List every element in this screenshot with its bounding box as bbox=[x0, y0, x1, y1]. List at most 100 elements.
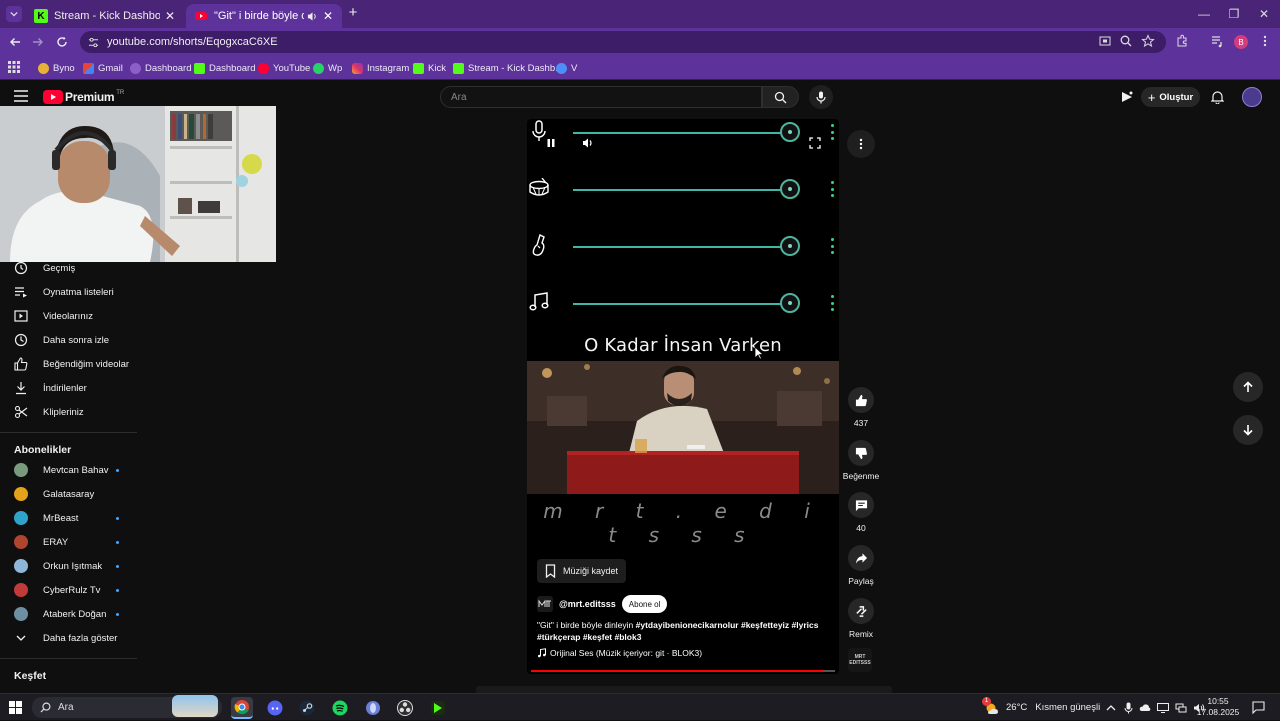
youtube-premium-logo[interactable]: Premium TR bbox=[43, 90, 124, 104]
extensions-icon[interactable] bbox=[1175, 34, 1191, 50]
taskbar-spotify[interactable] bbox=[329, 697, 351, 719]
subscription-item[interactable]: Orkun Işıtmak bbox=[0, 555, 137, 577]
taskbar-kick-studio[interactable] bbox=[427, 697, 449, 719]
stem-slider-knob[interactable] bbox=[780, 179, 800, 199]
reload-button[interactable] bbox=[52, 32, 72, 52]
notifications-bell-icon[interactable] bbox=[1211, 90, 1224, 104]
sidebar-item-clips[interactable]: Klipleriniz bbox=[0, 401, 137, 423]
apps-grid-icon[interactable] bbox=[8, 61, 20, 73]
search-input[interactable]: Ara bbox=[440, 86, 762, 108]
sidebar-item-your-videos[interactable]: Videolarınız bbox=[0, 305, 137, 327]
subscription-item[interactable]: ERAY bbox=[0, 531, 137, 553]
stem-slider-knob[interactable] bbox=[780, 293, 800, 313]
stem-slider-track[interactable] bbox=[573, 303, 791, 305]
bookmark-star-icon[interactable] bbox=[1141, 34, 1157, 50]
cast-icon[interactable] bbox=[1098, 34, 1114, 50]
tab-search-button[interactable] bbox=[6, 6, 22, 22]
media-controls-icon[interactable] bbox=[1210, 34, 1226, 50]
close-window-button[interactable]: ✕ bbox=[1248, 0, 1280, 28]
channel-logo-icon[interactable] bbox=[537, 596, 553, 612]
description-hashtags[interactable]: #türkçerap #keşfet #blok3 bbox=[537, 632, 641, 642]
fullscreen-button[interactable] bbox=[809, 137, 821, 149]
profile-avatar[interactable]: B bbox=[1234, 35, 1248, 49]
audio-attribution[interactable]: Orijinal Ses (Müzik içeriyor: git · BLOK… bbox=[537, 648, 702, 658]
bookmark-gmail[interactable]: Gmail bbox=[83, 60, 123, 76]
microphone-icon[interactable] bbox=[1124, 702, 1133, 714]
save-music-button[interactable]: Müziği kaydet bbox=[537, 559, 627, 583]
speaker-icon[interactable] bbox=[307, 11, 318, 22]
stem-slider-track[interactable] bbox=[573, 189, 791, 191]
channel-handle[interactable]: @mrt.editsss bbox=[559, 599, 616, 609]
tray-overflow-chevron-icon[interactable] bbox=[1106, 704, 1116, 712]
sidebar-item-watch-later[interactable]: Daha sonra izle bbox=[0, 329, 137, 351]
next-short-button[interactable] bbox=[1233, 415, 1263, 445]
stem-options-icon[interactable] bbox=[831, 181, 835, 197]
stem-slider-track[interactable] bbox=[573, 132, 791, 134]
bookmark-byno[interactable]: Byno bbox=[38, 60, 75, 76]
minimize-button[interactable]: — bbox=[1188, 0, 1220, 28]
dislike-button[interactable] bbox=[848, 440, 874, 466]
more-options-button[interactable] bbox=[847, 130, 875, 158]
taskbar-chrome[interactable] bbox=[231, 697, 253, 719]
short-description[interactable]: "Git" i birde böyle dinleyin #ytdayibeni… bbox=[537, 619, 827, 643]
sidebar-item-playlists[interactable]: Oynatma listeleri bbox=[0, 281, 137, 303]
account-avatar[interactable] bbox=[1242, 87, 1262, 107]
new-tab-button[interactable]: + bbox=[346, 5, 360, 20]
sidebar-item-history[interactable]: Geçmiş bbox=[0, 257, 137, 279]
back-button[interactable] bbox=[5, 32, 25, 52]
description-hashtags[interactable]: #ytdayibenionecikarnolur #keşfetteyiz #l… bbox=[636, 620, 819, 630]
tab-youtube-short[interactable]: "Git" i birde böyle dinleyin ✕ bbox=[186, 4, 342, 28]
windows-start-icon[interactable] bbox=[9, 701, 22, 714]
subscribe-button[interactable]: Abone ol bbox=[621, 595, 668, 613]
stem-options-icon[interactable] bbox=[831, 238, 835, 254]
taskbar-clock[interactable]: 10:55 17.08.2025 bbox=[1196, 696, 1240, 718]
site-settings-icon[interactable] bbox=[88, 37, 99, 48]
bookmark-youtube[interactable]: YouTube bbox=[258, 60, 310, 76]
cast-ai-icon[interactable] bbox=[1120, 90, 1134, 104]
shorts-player[interactable]: O Kadar İnsan Varken m r t . e d i t s s… bbox=[527, 119, 839, 674]
network-icon[interactable] bbox=[1175, 703, 1187, 713]
screen-icon[interactable] bbox=[1157, 702, 1169, 713]
bookmark-v[interactable]: V bbox=[556, 60, 577, 76]
taskbar-obs[interactable] bbox=[394, 697, 416, 719]
taskbar-steam[interactable] bbox=[296, 697, 318, 719]
previous-short-button[interactable] bbox=[1233, 372, 1263, 402]
sidebar-item-downloads[interactable]: İndirilenler bbox=[0, 377, 137, 399]
bookmark-instagram[interactable]: Instagram bbox=[352, 60, 409, 76]
taskbar-app-blue[interactable] bbox=[362, 697, 384, 719]
address-bar[interactable]: youtube.com/shorts/EqogxcaC6XE bbox=[80, 31, 1166, 53]
audio-channel-thumbnail[interactable]: MRT EDITSSS bbox=[848, 648, 872, 672]
subscription-item[interactable]: Mevtcan Bahav bbox=[0, 459, 137, 481]
like-button[interactable] bbox=[848, 387, 874, 413]
hamburger-menu-icon[interactable] bbox=[14, 90, 28, 102]
subscription-item[interactable]: CyberRulz Tv bbox=[0, 579, 137, 601]
tab-kick-dashboard[interactable]: K Stream - Kick Dashboard ✕ bbox=[26, 4, 184, 28]
forward-button[interactable] bbox=[28, 32, 48, 52]
playback-progress-bar[interactable] bbox=[531, 670, 835, 672]
notification-center-icon[interactable] bbox=[1252, 701, 1265, 714]
cloud-sync-icon[interactable] bbox=[1139, 703, 1151, 713]
remix-button[interactable] bbox=[848, 598, 874, 624]
create-button[interactable]: + Oluştur bbox=[1141, 87, 1200, 107]
comments-button[interactable] bbox=[848, 492, 874, 518]
weather-widget[interactable]: 1 26°C Kısmen güneşli bbox=[982, 694, 1100, 721]
pause-button[interactable] bbox=[546, 138, 556, 148]
bookmark-kick[interactable]: Kick bbox=[413, 60, 446, 76]
search-button[interactable] bbox=[762, 86, 799, 108]
bookmark-stream-kick[interactable]: Stream - Kick Dashb... bbox=[453, 60, 563, 76]
subscription-item[interactable]: MrBeast bbox=[0, 507, 137, 529]
volume-button[interactable] bbox=[582, 137, 594, 149]
show-more-button[interactable]: Daha fazla göster bbox=[0, 627, 137, 649]
subscription-item[interactable]: Galatasaray bbox=[0, 483, 137, 505]
subscription-item[interactable]: Ataberk Doğan bbox=[0, 603, 137, 625]
close-icon[interactable]: ✕ bbox=[322, 9, 334, 23]
kebab-menu-icon[interactable] bbox=[1258, 34, 1274, 50]
taskbar-search-input[interactable]: Ara bbox=[32, 695, 222, 718]
stem-options-icon[interactable] bbox=[831, 295, 835, 311]
zoom-icon[interactable] bbox=[1119, 34, 1135, 50]
close-icon[interactable]: ✕ bbox=[164, 9, 176, 23]
stem-slider-knob[interactable] bbox=[780, 236, 800, 256]
share-button[interactable] bbox=[848, 545, 874, 571]
bookmark-dashboard-2[interactable]: Dashboard bbox=[194, 60, 255, 76]
sidebar-item-liked-videos[interactable]: Beğendiğim videolar bbox=[0, 353, 137, 375]
